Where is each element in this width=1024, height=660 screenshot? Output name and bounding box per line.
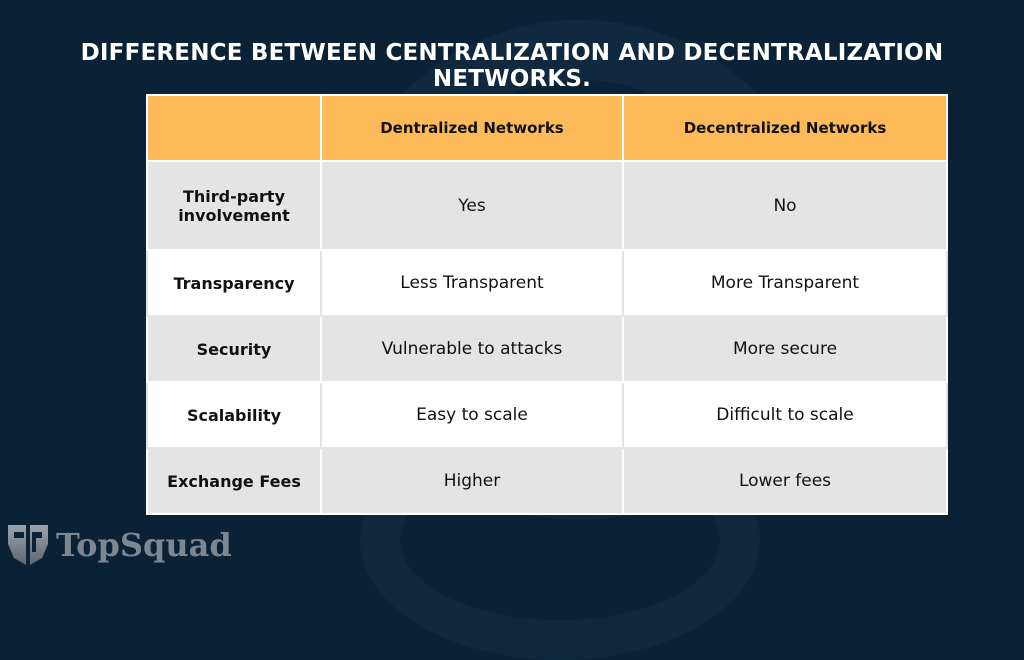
decentralized-value: No	[622, 160, 948, 251]
row-label: Scalability	[146, 381, 322, 449]
centralized-value: Vulnerable to attacks	[320, 315, 624, 383]
decentralized-value: More Transparent	[622, 249, 948, 317]
header-cell-decentralized: Decentralized Networks	[622, 94, 948, 162]
centralized-value: Higher	[320, 447, 624, 515]
table-row: Third-party involvement Yes No	[146, 160, 948, 251]
row-label: Transparency	[146, 249, 322, 317]
logo-text: TopSquad	[56, 526, 232, 564]
centralized-value: Less Transparent	[320, 249, 624, 317]
comparison-table: Dentralized Networks Decentralized Netwo…	[146, 94, 948, 515]
centralized-value: Easy to scale	[320, 381, 624, 449]
ts-shield-icon	[8, 525, 48, 565]
decentralized-value: Lower fees	[622, 447, 948, 515]
table-row: Transparency Less Transparent More Trans…	[146, 249, 948, 317]
table-row: Security Vulnerable to attacks More secu…	[146, 315, 948, 383]
table-row: Exchange Fees Higher Lower fees	[146, 447, 948, 515]
page-title: DIFFERENCE BETWEEN CENTRALIZATION AND DE…	[80, 40, 944, 92]
centralized-value: Yes	[320, 160, 624, 251]
header-cell-empty	[146, 94, 322, 162]
header-cell-centralized: Dentralized Networks	[320, 94, 624, 162]
decentralized-value: Difficult to scale	[622, 381, 948, 449]
table-header-row: Dentralized Networks Decentralized Netwo…	[146, 94, 948, 162]
decentralized-value: More secure	[622, 315, 948, 383]
row-label: Third-party involvement	[146, 160, 322, 251]
table-row: Scalability Easy to scale Difficult to s…	[146, 381, 948, 449]
row-label: Security	[146, 315, 322, 383]
topsquad-logo: TopSquad	[6, 522, 232, 568]
row-label: Exchange Fees	[146, 447, 322, 515]
